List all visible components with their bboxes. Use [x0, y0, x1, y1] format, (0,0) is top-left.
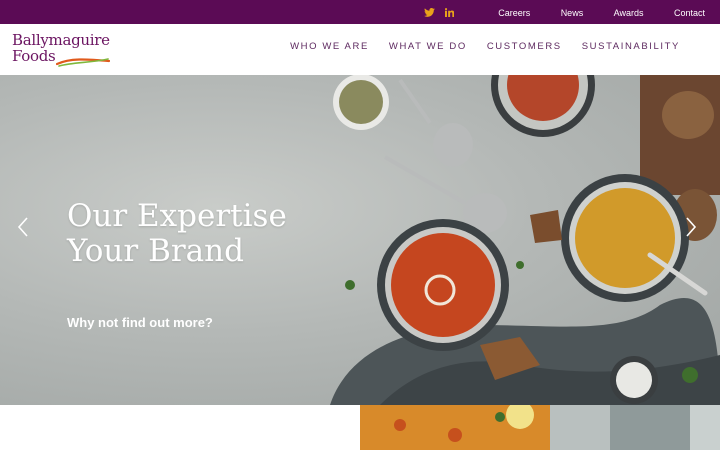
carousel-prev-button[interactable]	[14, 215, 32, 239]
brand-name-line1: Ballymaguire	[12, 31, 110, 49]
hero-cta-link[interactable]: Why not find out more?	[67, 315, 213, 330]
nav-customers[interactable]: CUSTOMERS	[487, 41, 562, 52]
nav-sustainability[interactable]: SUSTAINABILITY	[582, 41, 680, 52]
awards-link[interactable]: Awards	[614, 8, 644, 18]
linkedin-icon[interactable]	[445, 7, 455, 17]
hero-title: Our Expertise Your Brand	[67, 199, 287, 269]
chevron-right-icon	[686, 217, 697, 237]
careers-link[interactable]: Careers	[498, 8, 530, 18]
content-section-preview	[0, 405, 720, 450]
twitter-icon[interactable]	[424, 7, 436, 17]
social-links	[414, 7, 455, 17]
utility-links: Careers News Awards Contact	[472, 3, 705, 21]
top-utility-bar: Careers News Awards Contact	[0, 0, 720, 24]
chevron-left-icon	[17, 217, 28, 237]
logo-swoosh-icon	[56, 58, 110, 67]
carousel-next-button[interactable]	[682, 215, 700, 239]
contact-link[interactable]: Contact	[674, 8, 705, 18]
hero-carousel: Our Expertise Your Brand Why not find ou…	[0, 75, 720, 405]
hero-title-line2: Your Brand	[67, 233, 244, 269]
news-link[interactable]: News	[561, 8, 584, 18]
site-header: Ballymaguire Foods WHO WE ARE WHAT WE DO…	[0, 24, 720, 75]
food-photo-paella	[360, 405, 720, 450]
nav-who-we-are[interactable]: WHO WE ARE	[290, 41, 369, 52]
nav-what-we-do[interactable]: WHAT WE DO	[389, 41, 467, 52]
brand-logo[interactable]: Ballymaguire Foods	[12, 32, 122, 70]
main-navigation: WHO WE ARE WHAT WE DO CUSTOMERS SUSTAINA…	[270, 41, 680, 52]
hero-title-line1: Our Expertise	[67, 198, 287, 234]
